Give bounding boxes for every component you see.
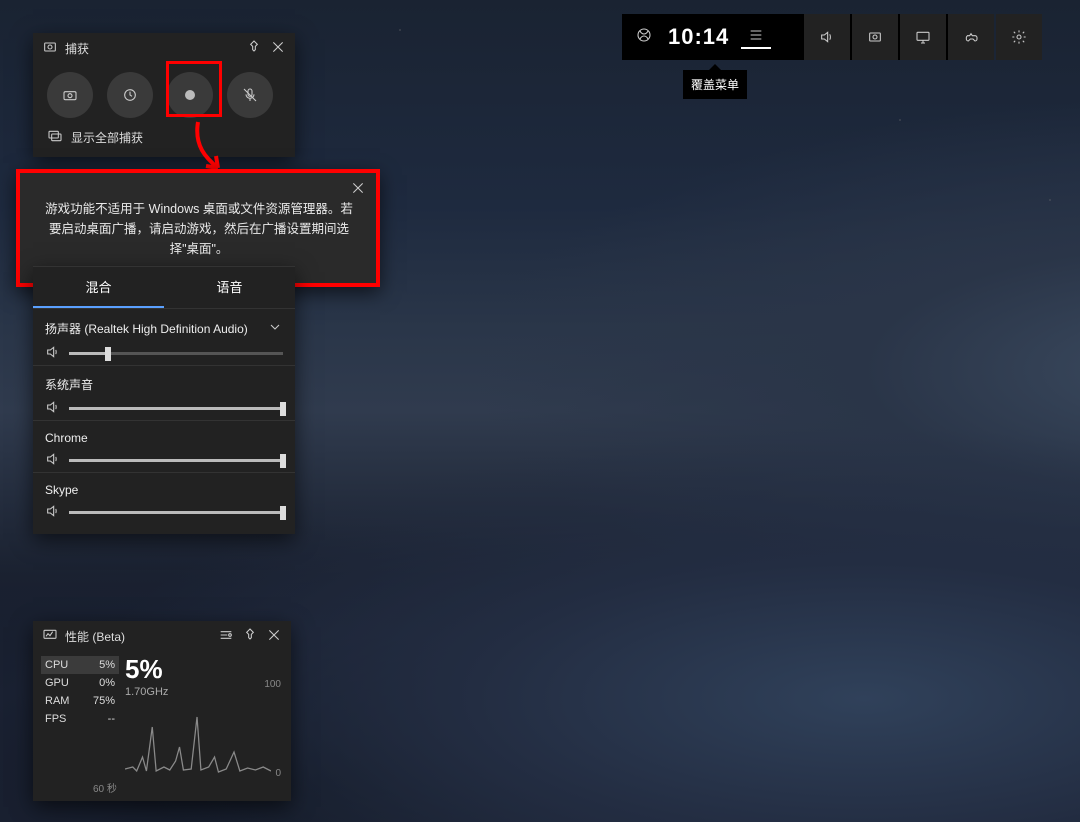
xbox-social-toggle[interactable] xyxy=(948,14,994,60)
performance-title: 性能 (Beta) xyxy=(65,628,125,645)
perf-stat-ram[interactable]: RAM75% xyxy=(41,692,119,710)
overlay-menu-tooltip: 覆盖菜单 xyxy=(683,70,747,99)
speaker-icon xyxy=(45,451,61,470)
audio-skype-slider[interactable] xyxy=(69,511,283,514)
perf-time-label: 60 秒 xyxy=(93,780,117,795)
mic-toggle-button[interactable] xyxy=(227,72,273,118)
pin-icon[interactable] xyxy=(245,39,263,58)
audio-chrome-slider[interactable] xyxy=(69,459,283,462)
close-icon[interactable] xyxy=(265,627,283,646)
capture-title: 捕获 xyxy=(65,40,89,57)
gallery-icon xyxy=(47,128,63,147)
overlay-settings-button[interactable] xyxy=(996,14,1042,60)
speaker-icon xyxy=(45,503,61,522)
annotation-record-highlight xyxy=(166,61,222,117)
audio-channel-name: Chrome xyxy=(45,431,88,445)
error-close-button[interactable] xyxy=(350,179,366,205)
perf-stat-cpu[interactable]: CPU5% xyxy=(41,656,119,674)
speaker-icon xyxy=(45,344,61,363)
perf-y-min: 0 xyxy=(275,768,281,779)
chevron-down-icon[interactable] xyxy=(267,319,283,338)
record-last-button[interactable] xyxy=(107,72,153,118)
speaker-icon xyxy=(45,399,61,418)
performance-widget-toggle[interactable] xyxy=(900,14,946,60)
capture-widget-toggle[interactable] xyxy=(852,14,898,60)
audio-widget-toggle[interactable] xyxy=(804,14,850,60)
capture-icon xyxy=(41,39,59,58)
audio-system-slider[interactable] xyxy=(69,407,283,410)
capture-widget: 捕获 显示全部捕获 xyxy=(33,33,295,157)
perf-sparkline xyxy=(125,697,271,777)
perf-stat-fps[interactable]: FPS-- xyxy=(41,710,119,728)
perf-stat-gpu[interactable]: GPU0% xyxy=(41,674,119,692)
xbox-logo-icon xyxy=(622,27,666,48)
error-message-text: 游戏功能不适用于 Windows 桌面或文件资源管理器。若要启动桌面广播，请启动… xyxy=(40,199,358,259)
overlay-top-bar: 10:14 xyxy=(622,14,994,60)
show-all-captures-link[interactable]: 显示全部捕获 xyxy=(71,129,143,146)
screenshot-button[interactable] xyxy=(47,72,93,118)
performance-widget: 性能 (Beta) CPU5% GPU0% RAM75% FPS-- xyxy=(33,621,291,801)
perf-big-percent: 5% xyxy=(125,656,283,682)
audio-tab-mix[interactable]: 混合 xyxy=(33,267,164,308)
audio-tab-voice[interactable]: 语音 xyxy=(164,267,295,308)
perf-stat-list: CPU5% GPU0% RAM75% FPS-- xyxy=(41,656,119,728)
perf-options-icon[interactable] xyxy=(217,627,235,646)
performance-icon xyxy=(41,627,59,646)
audio-widget: 混合 语音 扬声器 (Realtek High Definition Audio… xyxy=(33,266,295,534)
close-icon[interactable] xyxy=(269,39,287,58)
pin-icon[interactable] xyxy=(241,627,259,646)
audio-device-slider[interactable] xyxy=(69,352,283,355)
audio-channel-name: Skype xyxy=(45,483,78,497)
audio-channel-name: 系统声音 xyxy=(45,376,93,393)
overlay-menu-button[interactable] xyxy=(735,27,777,48)
audio-device-name: 扬声器 (Realtek High Definition Audio) xyxy=(45,320,248,337)
perf-y-max: 100 xyxy=(264,679,281,690)
overlay-clock: 10:14 xyxy=(666,24,735,50)
